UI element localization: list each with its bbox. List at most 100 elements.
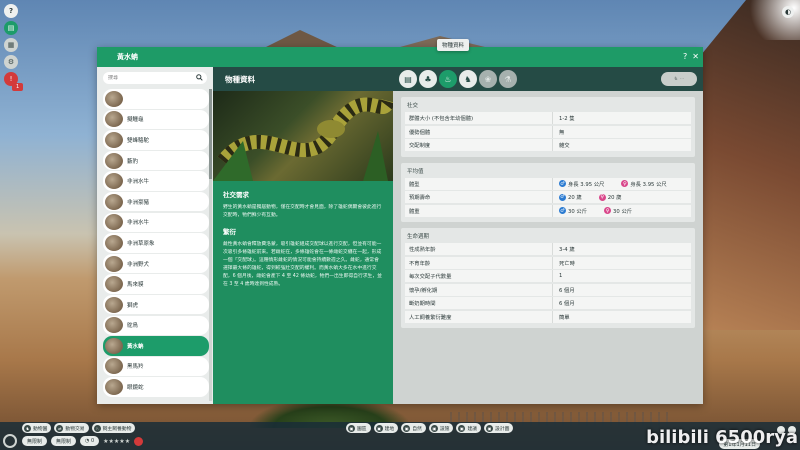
animal-trade-button[interactable]: ⇄ 動物交易 <box>54 423 89 433</box>
species-list-item[interactable]: 雙峰駱駝 <box>103 130 209 150</box>
species-list-item[interactable]: 眼鏡蛇 <box>103 377 209 397</box>
female-value: 20 歲 <box>607 195 622 201</box>
average-stats-title: 平均值 <box>407 168 424 175</box>
time-control-icon[interactable] <box>3 434 17 448</box>
description-panel: 社交需求 野生的黃水蚺是獨居動物，僅在交配時才會見面，除了雄蛇偶爾會彼此進行交配… <box>213 181 393 404</box>
toolbar-icon: ▣ <box>458 424 466 432</box>
female-icon: ♀ <box>621 180 629 187</box>
species-thumbnail <box>105 214 123 231</box>
money-display: 無限制 <box>22 436 48 446</box>
species-list-item[interactable] <box>103 89 209 109</box>
male-icon: ♂ <box>559 180 566 187</box>
stat-value: 死亡時 <box>559 260 575 267</box>
species-list-item[interactable]: 非洲野犬 <box>103 253 209 274</box>
header-action-button[interactable]: ♞ ··· <box>661 72 697 86</box>
species-list-item[interactable]: 馬來貘 <box>103 274 209 294</box>
species-thumbnail <box>105 131 123 148</box>
lifecycle-stats: 生命週期 性成熟年齡 3-4 歲不育年齡 死亡時 每次交配子代數量 1 懷孕/孵化期 6 個… <box>401 228 695 328</box>
zoo-button[interactable]: ♞ 動物園 <box>22 423 52 433</box>
species-window: 黃水蚺 物種資料 ? ✕ 擬鱷龜雙峰駱駝藪豹非洲水牛非洲豪豬非洲水牛非洲草原象非… <box>97 39 703 404</box>
stat-label: 體重 <box>405 204 553 217</box>
build-toolbar-button[interactable]: ▣ 設計圖 <box>484 423 514 433</box>
species-thumbnail <box>105 193 123 210</box>
stop-icon[interactable] <box>134 436 144 446</box>
species-list-item[interactable]: 非洲水牛 <box>103 212 209 233</box>
scrollbar-thumb[interactable] <box>209 89 212 179</box>
bottom-toolbar: ♞ 動物園 ⇄ 動物交易 ♘ 飼主飼養動物 ▣ 園區 ▣ 建地 ▣ 自然 ▣ 設施 ▣ 建議 ▣ 設計圖 無… <box>0 422 800 450</box>
species-thumbnail <box>105 358 123 375</box>
build-toolbar-button[interactable]: ▣ 自然 <box>401 423 426 433</box>
species-list-item[interactable]: 獅虎 <box>103 294 209 315</box>
species-search[interactable] <box>103 72 207 84</box>
species-list-item[interactable]: 鴕鳥 <box>103 315 209 336</box>
stat-row: 交配制度 雜交 <box>405 139 691 151</box>
species-label: 擬鱷龜 <box>127 117 144 124</box>
toolbar-icon: ▣ <box>430 424 438 432</box>
male-value: 身長 3.95 公尺 <box>568 181 605 188</box>
species-thumbnail <box>105 234 123 251</box>
stat-row: 每次交配子代數量 1 <box>405 270 691 282</box>
social-stats-title: 社交 <box>407 103 419 109</box>
zoopedia-icon[interactable]: ▤ <box>4 21 18 35</box>
species-list-item[interactable]: 藪豹 <box>103 150 209 171</box>
stat-row: 預期壽命 ♂ 20 歲 ♀ 20 歲 <box>405 191 691 203</box>
build-toolbar-button[interactable]: ▣ 園區 <box>346 423 371 433</box>
stat-value: 6 個月 <box>559 287 575 294</box>
species-label: 雙峰駱駝 <box>127 137 150 144</box>
male-value: 30 公斤 <box>568 208 588 215</box>
calendar-icon[interactable]: ▦ <box>4 38 18 52</box>
stat-row: 群體大小 (不包含年幼個體) 1-2 隻 <box>405 112 691 124</box>
species-list-item[interactable]: 黑馬羚 <box>103 356 209 377</box>
species-label: 藪豹 <box>127 158 139 165</box>
stat-row: 體型 ♂ 身長 3.95 公尺 ♀ 身長 3.95 公尺 <box>405 177 691 190</box>
help-icon[interactable]: ? <box>4 4 18 18</box>
female-icon: ♀ <box>604 207 612 214</box>
search-icon[interactable] <box>196 74 203 81</box>
lifecycle-stats-title: 生命週期 <box>407 234 430 240</box>
stat-value: 雜交 <box>559 143 570 149</box>
tab-research-icon[interactable]: ⚗ <box>499 70 517 88</box>
tab-enrichment-icon[interactable]: ❀ <box>479 70 497 88</box>
stat-value: ♂ 20 歲 ♀ 20 歲 <box>553 191 691 203</box>
build-toolbar-button[interactable]: ▣ 建地 <box>373 423 399 433</box>
build-toolbar-button[interactable]: ▣ 設施 <box>428 423 454 433</box>
camera-mode-icon[interactable]: ◐ <box>782 6 794 18</box>
build-toolbar-button[interactable]: ▣ 建議 <box>456 423 482 433</box>
species-label: 非洲草原象 <box>127 240 155 247</box>
stat-row: 性成熟年齡 3-4 歲 <box>405 243 691 255</box>
stat-value: 3-4 歲 <box>559 247 575 253</box>
stat-row: 體重 ♂ 30 公斤 ♀ 30 公斤 <box>405 204 691 217</box>
social-stats: 社交 群體大小 (不包含年幼個體) 1-2 隻優勢個體無交配制度 雜交 <box>401 97 695 157</box>
species-thumbnail <box>105 276 123 293</box>
window-close-icon[interactable]: ✕ <box>692 52 699 61</box>
species-thumbnail <box>105 111 123 128</box>
window-help-icon[interactable]: ? <box>683 52 687 61</box>
species-list-scrollbar[interactable] <box>209 89 212 401</box>
stat-row: 人工飼養繁衍難度 簡單 <box>405 310 691 323</box>
species-search-input[interactable] <box>108 75 194 81</box>
species-list-item[interactable]: 非洲草原象 <box>103 233 209 253</box>
zoo-icon: ♞ <box>24 424 31 432</box>
species-thumbnail <box>105 90 123 107</box>
owned-animals-button[interactable]: ♘ 飼主飼養動物 <box>91 423 136 433</box>
species-list-item[interactable]: 非洲豪豬 <box>103 191 209 212</box>
male-icon: ♂ <box>559 207 566 214</box>
window-titlebar[interactable]: 黃水蚺 物種資料 ? ✕ <box>97 39 703 67</box>
tab-species-info-icon[interactable]: ♨ <box>439 70 457 88</box>
guest-count: ◔ 0 <box>80 436 100 446</box>
species-label: 馬來貘 <box>127 282 144 289</box>
tab-habitat-icon[interactable]: ♣ <box>419 70 437 88</box>
female-icon: ♀ <box>598 193 606 201</box>
species-list-item[interactable]: 黃水蚺 <box>103 336 209 356</box>
tab-nature-icon[interactable]: ♞ <box>459 70 477 88</box>
species-list-item[interactable]: 擬鱷龜 <box>103 109 209 130</box>
stat-label: 不育年齡 <box>405 256 553 269</box>
toolbar-label: 設計圖 <box>495 426 510 432</box>
species-list-item[interactable]: 非洲水牛 <box>103 171 209 191</box>
male-value: 20 歲 <box>568 195 582 201</box>
tab-overview-icon[interactable]: ▤ <box>399 70 417 88</box>
toolbar-icon: ▣ <box>375 424 383 432</box>
settings-icon[interactable]: ⚙ <box>4 55 18 69</box>
species-label: 非洲野犬 <box>127 261 150 268</box>
stat-value: 1 <box>559 273 563 279</box>
